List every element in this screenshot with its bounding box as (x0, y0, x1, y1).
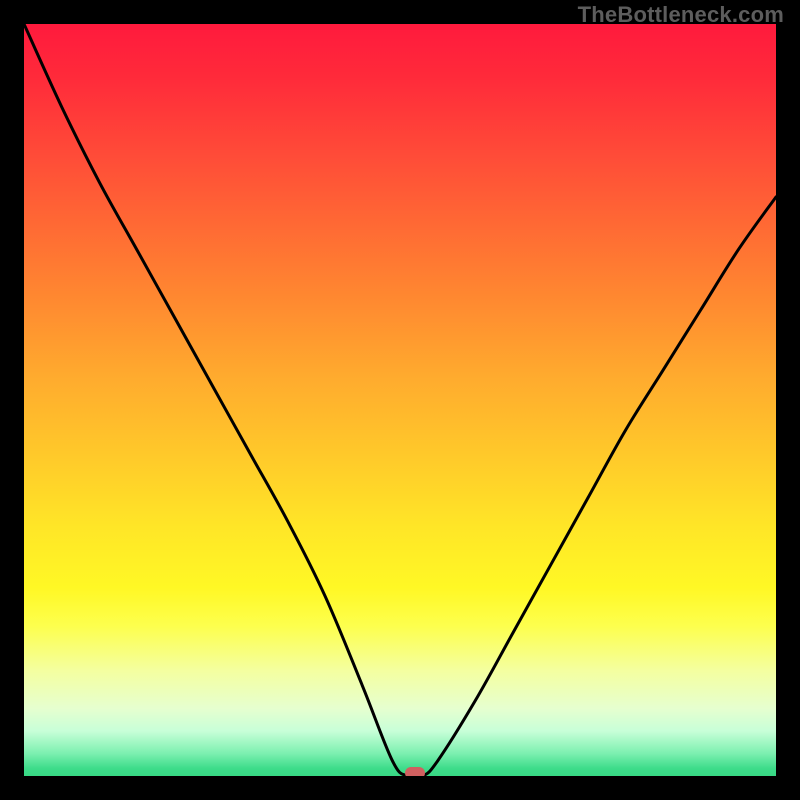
plot-area (24, 24, 776, 776)
bottleneck-curve (24, 24, 776, 776)
watermark-text: TheBottleneck.com (578, 2, 784, 28)
curve-svg (24, 24, 776, 776)
chart-frame: TheBottleneck.com (0, 0, 800, 800)
optimal-marker (405, 767, 425, 776)
